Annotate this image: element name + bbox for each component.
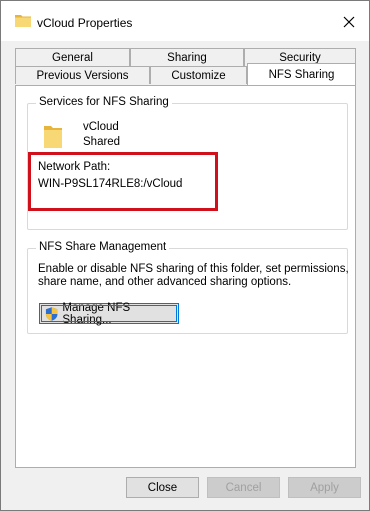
cancel-button[interactable]: Cancel [207,477,280,498]
manage-button-label: Manage NFS Sharing... [62,301,131,326]
tab-label: General [52,51,93,64]
close-window-button[interactable] [335,9,363,35]
tab-label: NFS Sharing [268,68,335,81]
shield-icon [45,306,58,321]
close-icon [343,16,355,28]
cancel-button-label: Cancel [225,481,262,494]
management-group-legend: NFS Share Management [36,241,170,253]
folder-icon [44,126,62,148]
tab-label: Previous Versions [36,69,129,82]
management-description-line1: Enable or disable NFS sharing of this fo… [38,263,349,275]
manage-nfs-sharing-button[interactable]: Manage NFS Sharing... [39,301,179,326]
properties-window: vCloud Properties General Sharing Securi… [0,0,370,511]
close-button[interactable]: Close [126,477,199,498]
window-title: vCloud Properties [37,16,133,30]
close-button-label: Close [147,481,178,494]
tab-sharing[interactable]: Sharing [130,48,244,66]
network-path-highlight [28,152,218,211]
tab-previous-versions[interactable]: Previous Versions [15,66,150,84]
tab-label: Sharing [167,51,207,64]
folder-icon [15,15,31,27]
title-bar: vCloud Properties [1,1,369,41]
tab-label: Customize [171,69,226,82]
folder-name: vCloud [83,121,119,133]
tab-label: Security [279,51,321,64]
services-group-legend: Services for NFS Sharing [36,96,172,108]
management-description-line2: share name, and other advanced sharing o… [38,276,292,288]
apply-button-label: Apply [310,481,339,494]
tab-general[interactable]: General [15,48,130,66]
tab-customize[interactable]: Customize [150,66,247,84]
share-status: Shared [83,136,121,148]
tab-panel-nfs-sharing: Services for NFS Sharing vCloud Shared N… [15,85,356,468]
apply-button[interactable]: Apply [288,477,361,498]
tab-nfs-sharing[interactable]: NFS Sharing [247,63,356,85]
